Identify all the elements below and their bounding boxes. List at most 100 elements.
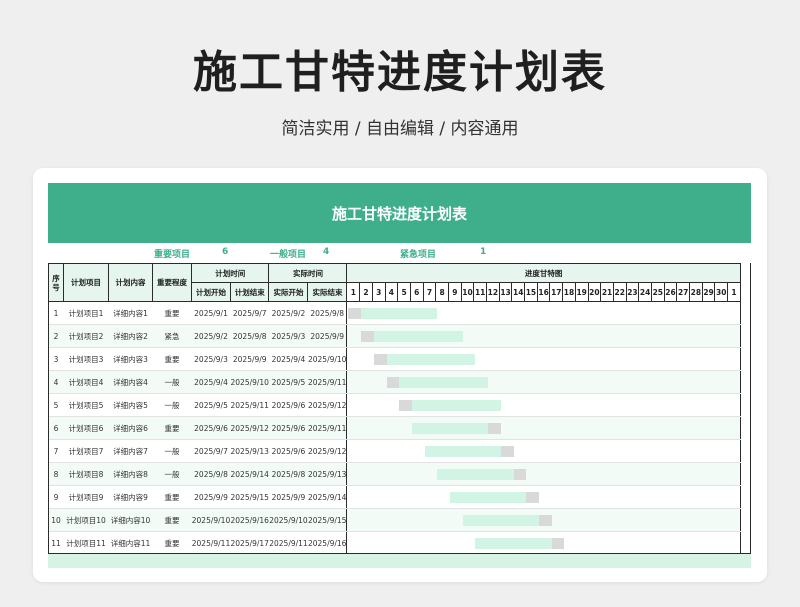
table-row[interactable]: 10 计划项目10 详细内容10 重要 2025/9/10 2025/9/16 2025/9… [48, 508, 741, 532]
cell-actual-start: 2025/9/2 [268, 301, 308, 325]
important-count: 6 [222, 247, 229, 257]
cell-actual-end: 2025/9/11 [307, 370, 347, 394]
day-label: 22 [612, 282, 627, 302]
actual-bar [348, 308, 362, 319]
normal-label: 一般项目 [270, 250, 307, 260]
day-label: 11 [473, 282, 488, 302]
day-label: 30 [714, 282, 729, 302]
table-row[interactable]: 11 计划项目11 详细内容11 重要 2025/9/11 2025/9/17 2025/9… [48, 531, 741, 555]
cell-actual-end: 2025/9/8 [307, 301, 347, 325]
gantt-cell [346, 393, 741, 417]
table-row[interactable]: 3 计划项目3 详细内容3 重要 2025/9/3 2025/9/9 2025/9/4 202… [48, 347, 741, 371]
actual-bar [488, 423, 501, 434]
urgent-label: 紧急项目 [400, 250, 437, 260]
cell-item: 计划项目3 [63, 347, 109, 371]
day-label: 17 [549, 282, 564, 302]
cell-plan-start: 2025/9/5 [191, 393, 231, 417]
table-row[interactable]: 2 计划项目2 详细内容2 紧急 2025/9/2 2025/9/8 2025/9/3 202… [48, 324, 741, 348]
cell-plan-start: 2025/9/8 [191, 462, 231, 486]
cell-actual-end: 2025/9/12 [307, 439, 347, 463]
cell-seq: 5 [48, 393, 64, 417]
cell-plan-start: 2025/9/1 [191, 301, 231, 325]
day-label: 5 [397, 282, 411, 302]
sheet-banner-title: 施工甘特进度计划表 [48, 183, 751, 243]
day-label: 3 [371, 282, 386, 302]
day-label: 23 [625, 282, 640, 302]
day-label: 1 [346, 282, 361, 302]
cell-actual-end: 2025/9/16 [307, 531, 347, 555]
cell-content: 详细内容6 [108, 416, 153, 440]
cell-item: 计划项目4 [63, 370, 109, 394]
cell-actual-end: 2025/9/13 [307, 462, 347, 486]
table-row[interactable]: 9 计划项目9 详细内容9 重要 2025/9/9 2025/9/15 2025/9/9 20… [48, 485, 741, 509]
summary-row: 重要项目 6 一般项目 4 紧急项目 1 [48, 243, 751, 263]
header-actual-start: 实际开始 [268, 282, 309, 302]
table-row[interactable]: 6 计划项目6 详细内容6 重要 2025/9/6 2025/9/12 2025/9/6 20… [48, 416, 741, 440]
gantt-cell [346, 324, 741, 348]
cell-plan-start: 2025/9/10 [191, 508, 231, 532]
cell-content: 详细内容3 [108, 347, 153, 371]
table-row[interactable]: 7 计划项目7 详细内容7 一般 2025/9/7 2025/9/13 2025/9/6 20… [48, 439, 741, 463]
header-plan-start: 计划开始 [191, 282, 231, 302]
table-row[interactable]: 8 计划项目8 详细内容8 一般 2025/9/8 2025/9/14 2025/9/8 20… [48, 462, 741, 486]
cell-actual-start: 2025/9/11 [268, 531, 308, 555]
actual-bar [526, 492, 539, 503]
table-row[interactable]: 4 计划项目4 详细内容4 一般 2025/9/4 2025/9/10 2025/9/5 20… [48, 370, 741, 394]
cell-content: 详细内容11 [108, 531, 153, 555]
cell-seq: 4 [48, 370, 64, 394]
gantt-cell [346, 301, 741, 325]
cell-plan-end: 2025/9/16 [230, 508, 269, 532]
cell-actual-end: 2025/9/12 [307, 393, 347, 417]
plan-bar [348, 308, 438, 319]
day-label: 2 [359, 282, 373, 302]
cell-importance: 紧急 [152, 324, 192, 348]
header-seq: 序号 [48, 263, 64, 302]
day-label: 18 [562, 282, 576, 302]
cell-actual-start: 2025/9/5 [268, 370, 308, 394]
cell-item: 计划项目10 [63, 508, 109, 532]
cell-content: 详细内容2 [108, 324, 153, 348]
gantt-cell [346, 439, 741, 463]
day-label: 19 [574, 282, 589, 302]
day-label: 4 [384, 282, 399, 302]
cell-plan-start: 2025/9/6 [191, 416, 231, 440]
day-label: 24 [638, 282, 652, 302]
cell-content: 详细内容10 [108, 508, 153, 532]
important-label: 重要项目 [154, 250, 191, 260]
day-label: 1 [727, 282, 741, 302]
cell-item: 计划项目1 [63, 301, 109, 325]
cell-importance: 重要 [152, 416, 192, 440]
footer-band [48, 554, 751, 568]
cell-seq: 7 [48, 439, 64, 463]
cell-seq: 11 [48, 531, 64, 555]
cell-importance: 一般 [152, 462, 192, 486]
cell-item: 计划项目9 [63, 485, 109, 509]
plan-bar [386, 377, 489, 388]
day-label: 16 [536, 282, 551, 302]
day-label: 29 [701, 282, 716, 302]
cell-importance: 重要 [152, 485, 192, 509]
cell-importance: 一般 [152, 370, 192, 394]
cell-actual-start: 2025/9/8 [268, 462, 308, 486]
cell-plan-start: 2025/9/9 [191, 485, 231, 509]
cell-plan-end: 2025/9/15 [230, 485, 269, 509]
day-label: 13 [498, 282, 513, 302]
actual-bar [386, 377, 400, 388]
cell-plan-end: 2025/9/11 [230, 393, 269, 417]
cell-plan-end: 2025/9/13 [230, 439, 269, 463]
cell-plan-start: 2025/9/3 [191, 347, 231, 371]
cell-seq: 1 [48, 301, 64, 325]
plan-bar [373, 354, 476, 365]
table-row[interactable]: 1 计划项目1 详细内容1 重要 2025/9/1 2025/9/7 2025/9/2 202… [48, 301, 741, 325]
actual-bar [538, 515, 552, 526]
gantt-cell [346, 370, 741, 394]
gantt-cell [346, 485, 741, 509]
urgent-count: 1 [480, 247, 487, 257]
header-actual-end: 实际结束 [307, 282, 348, 302]
day-label: 21 [600, 282, 614, 302]
cell-actual-end: 2025/9/11 [307, 416, 347, 440]
cell-item: 计划项目5 [63, 393, 109, 417]
day-label: 6 [409, 282, 424, 302]
table-row[interactable]: 5 计划项目5 详细内容5 一般 2025/9/5 2025/9/11 2025/9/6 20… [48, 393, 741, 417]
header-item: 计划项目 [63, 263, 109, 302]
